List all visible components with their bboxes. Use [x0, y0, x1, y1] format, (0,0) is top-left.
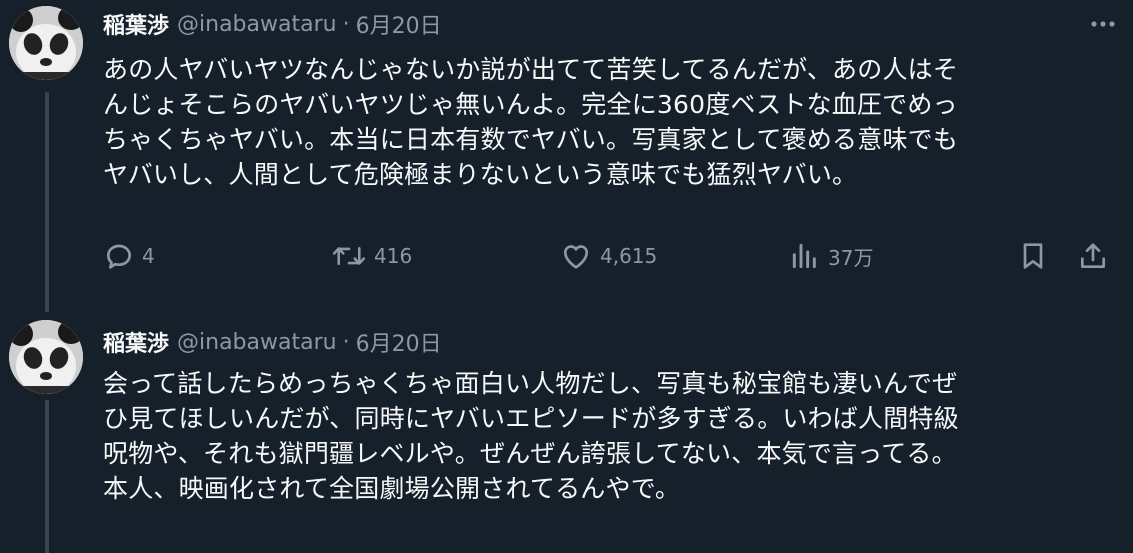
author-handle[interactable]: @inabawataru — [177, 12, 337, 37]
tweet-date[interactable]: 6月20日 — [356, 8, 442, 40]
tweet-actions: 4 416 4,615 37万 — [103, 232, 1113, 280]
tweet-text-line: ヤバいし、人間として危険極まりないという意味でも猛烈ヤバい。 — [103, 160, 858, 189]
author-name[interactable]: 稲葉渉 — [103, 8, 169, 40]
author-name[interactable]: 稲葉渉 — [103, 326, 169, 358]
panda-avatar-icon — [9, 320, 83, 394]
avatar[interactable] — [9, 6, 83, 80]
reply-icon — [107, 244, 131, 269]
more-button[interactable] — [1088, 8, 1118, 40]
reply-button[interactable]: 4 — [103, 232, 155, 280]
reply-count: 4 — [142, 244, 155, 268]
tweet-text-line: 会って話したらめっちゃくちゃ面白い人物だし、写真も秘宝館も凄いんでぜ — [103, 369, 958, 398]
tweet-text-line: んじょそこらのヤバいヤツじゃ無いんよ。完全に360度ベストな血圧でめっ — [103, 90, 958, 119]
share-button[interactable] — [1077, 232, 1109, 280]
header-separator: · — [342, 11, 350, 37]
tweet-header: 稲葉渉 @inabawataru · 6月20日 — [103, 8, 442, 40]
tweet[interactable]: 稲葉渉 @inabawataru · 6月20日 あの人ヤバいヤツなんじゃないか… — [0, 0, 1133, 312]
tweet-text-line: ひ見てほしいんだが、同時にヤバいエピソードが多すぎる。いわば人間特級 — [103, 404, 959, 433]
bookmark-icon — [1023, 243, 1043, 269]
header-separator: · — [342, 329, 350, 355]
retweet-button[interactable]: 416 — [331, 232, 412, 280]
tweet-date[interactable]: 6月20日 — [356, 326, 442, 358]
views-icon — [792, 243, 816, 269]
views-count: 37万 — [828, 245, 874, 270]
tweet-text: 会って話したらめっちゃくちゃ面白い人物だし、写真も秘宝館も凄いんでぜ ひ見てほし… — [103, 366, 1113, 506]
tweet[interactable]: 稲葉渉 @inabawataru · 6月20日 会って話したらめっちゃくちゃ面… — [0, 312, 1133, 553]
avatar[interactable] — [9, 320, 83, 394]
tweet-text: あの人ヤバいヤツなんじゃないか説が出てて苦笑してるんだが、あの人はそ んじょそこ… — [103, 52, 1113, 192]
bookmark-button[interactable] — [1017, 232, 1049, 280]
share-icon — [1081, 243, 1105, 268]
panda-avatar-icon — [9, 6, 83, 80]
tweet-text-line: 呪物や、それも獄門疆レベルや。ぜんぜん誇張してない、本気で言ってる。 — [103, 439, 957, 468]
like-button[interactable]: 4,615 — [559, 232, 657, 280]
tweet-text-line: ちゃくちゃヤバい。本当に日本有数でヤバい。写真家として褒める意味でも — [103, 125, 959, 154]
like-count: 4,615 — [600, 244, 658, 268]
tweet-text-line: 本人、映画化されて全国劇場公開されてるんやで。 — [103, 474, 681, 503]
tweet-header: 稲葉渉 @inabawataru · 6月20日 — [103, 326, 442, 358]
heart-icon — [564, 245, 588, 269]
tweet-text-line: あの人ヤバいヤツなんじゃないか説が出てて苦笑してるんだが、あの人はそ — [103, 55, 959, 84]
views-button[interactable]: 37万 — [789, 232, 873, 280]
author-handle[interactable]: @inabawataru — [177, 330, 337, 355]
more-icon — [1091, 21, 1115, 27]
retweet-count: 416 — [374, 244, 413, 268]
retweet-icon — [332, 247, 366, 265]
